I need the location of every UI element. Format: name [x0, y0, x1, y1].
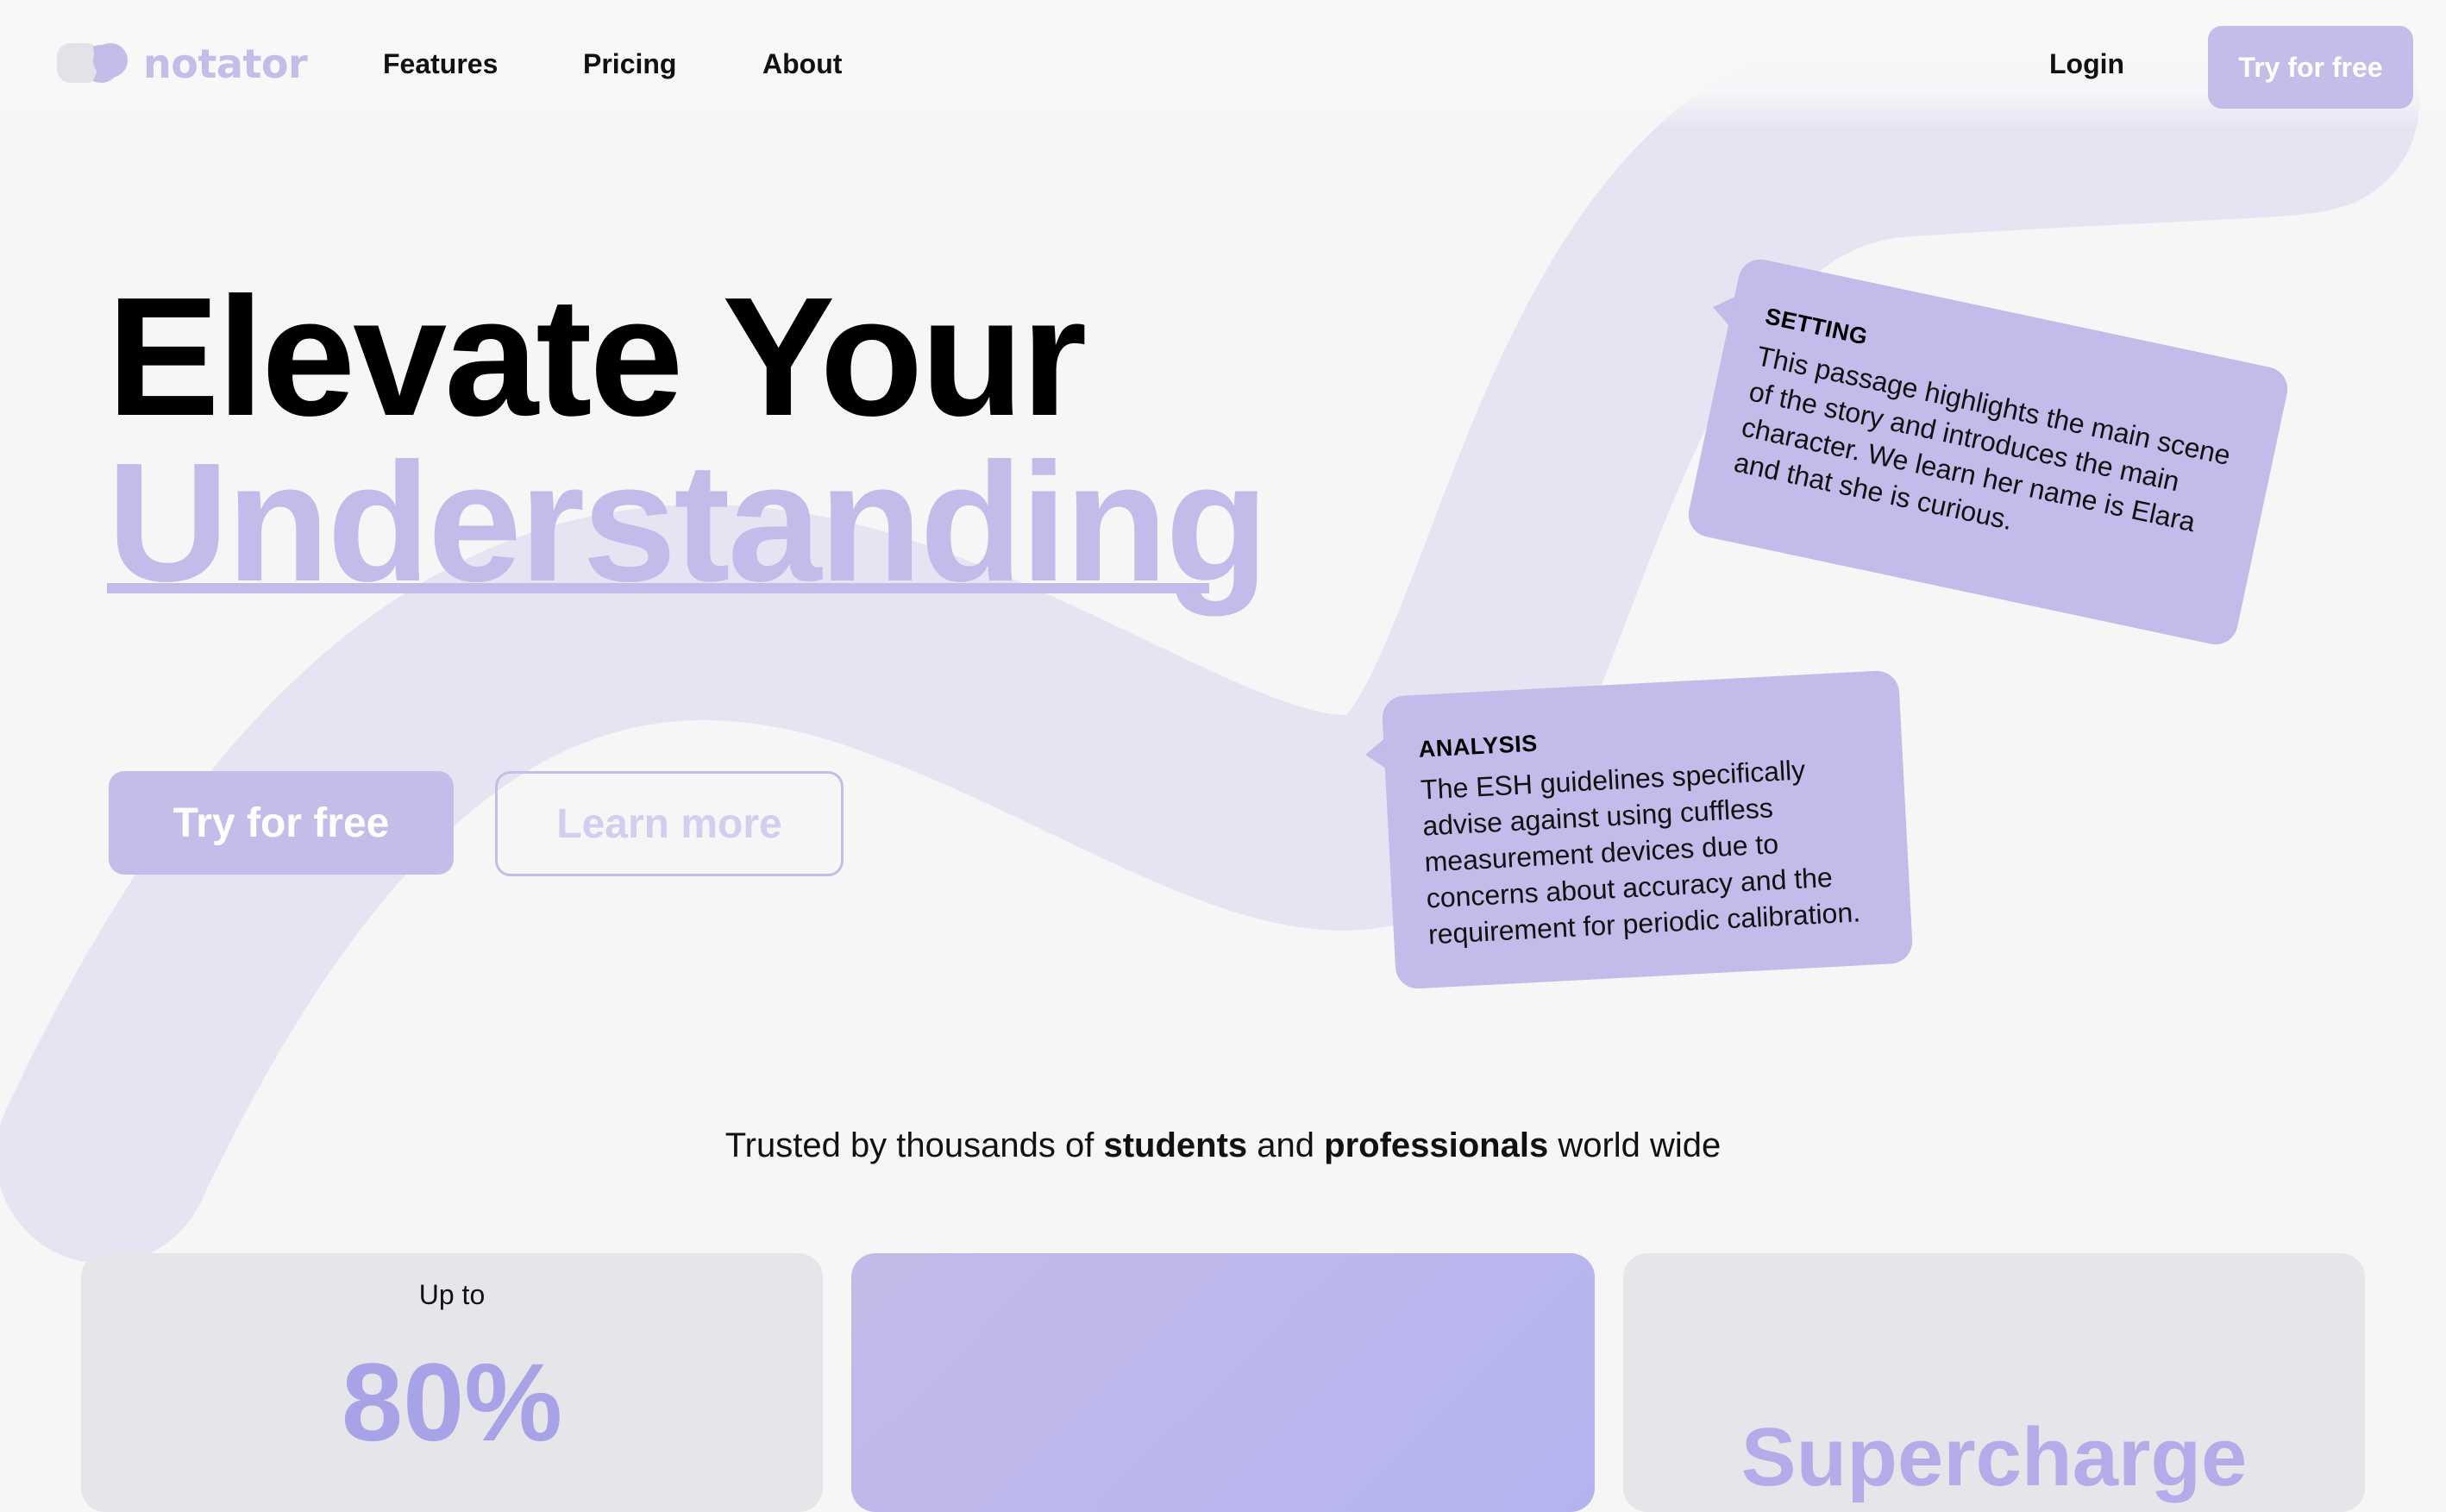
logo[interactable]: notator: [55, 38, 308, 90]
background-wave: [0, 0, 2419, 1264]
nav-pricing[interactable]: Pricing: [583, 48, 676, 80]
try-free-button[interactable]: Try for free: [109, 771, 454, 875]
learn-more-button[interactable]: Learn more: [495, 771, 844, 876]
trust-middle: and: [1247, 1126, 1325, 1164]
trust-professionals: professionals: [1324, 1126, 1549, 1164]
trust-suffix: world wide: [1548, 1126, 1722, 1164]
hero-heading-line2: Understanding: [107, 428, 1269, 617]
analysis-card-body: The ESH guidelines specifically advise a…: [1420, 754, 1861, 950]
nav-features[interactable]: Features: [383, 48, 498, 80]
chat-bubbles-icon: [55, 38, 133, 90]
nav-try-free-button[interactable]: Try for free: [2208, 26, 2413, 109]
trust-students: students: [1103, 1126, 1248, 1164]
nav-about[interactable]: About: [762, 48, 842, 80]
trust-prefix: Trusted by thousands of: [724, 1126, 1104, 1164]
analysis-annotation-card: ANALYSIS The ESH guidelines specifically…: [1381, 669, 1914, 990]
brand-name: notator: [143, 41, 308, 87]
hero-heading-line1: Elevate Your: [107, 262, 1087, 451]
stat-card-percentage: Up to 80%: [81, 1253, 823, 1512]
stat-card-value: 80%: [341, 1341, 563, 1465]
stat-card-label: Up to: [418, 1279, 486, 1310]
trust-statement: Trusted by thousands of students and pro…: [0, 1126, 2446, 1165]
supercharge-heading: Supercharge: [1740, 1411, 2248, 1503]
stat-card-supercharge: Supercharge: [1623, 1253, 2365, 1512]
top-navigation: notator Features Pricing About Login Try…: [0, 0, 2446, 129]
login-link[interactable]: Login: [2049, 48, 2124, 80]
stat-card-feature: [851, 1253, 1595, 1512]
